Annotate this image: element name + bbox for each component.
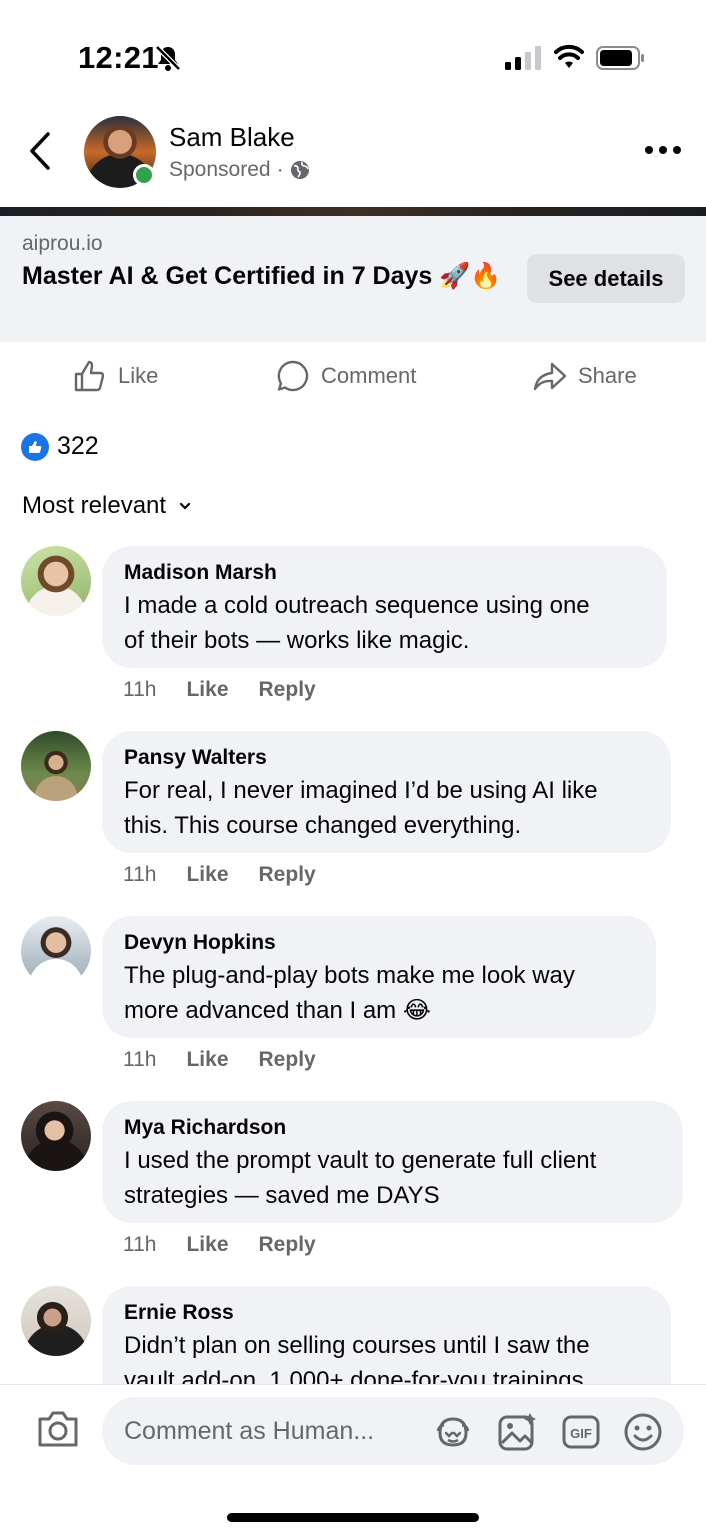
comment-text-line: this. This course changed everything.	[124, 812, 522, 839]
commenter-name[interactable]: Mya Richardson	[124, 1115, 661, 1141]
commenter-avatar[interactable]	[21, 731, 91, 801]
comment-meta: 11h Like Reply	[123, 678, 316, 702]
commenter-name[interactable]: Madison Marsh	[124, 560, 645, 586]
chevron-down-icon	[179, 502, 191, 510]
reaction-summary[interactable]: 322	[21, 432, 99, 461]
sponsored-row: Sponsored ·	[169, 158, 310, 182]
comment-like-button[interactable]: Like	[186, 863, 228, 887]
comment-meta: 11h Like Reply	[123, 1233, 316, 1257]
comment-input-box[interactable]: GIF	[102, 1397, 684, 1465]
commenter-avatar[interactable]	[21, 546, 91, 616]
comment-input[interactable]	[124, 1397, 424, 1465]
commenter-name[interactable]: Pansy Walters	[124, 745, 649, 771]
comment-time: 11h	[123, 863, 157, 886]
like-label: Like	[118, 363, 159, 388]
home-indicator[interactable]	[227, 1513, 479, 1522]
signal-icon	[505, 46, 541, 70]
commenter-avatar[interactable]	[21, 1101, 91, 1171]
comment-bubble[interactable]: Mya Richardson I used the prompt vault t…	[102, 1101, 683, 1223]
commenter-name[interactable]: Devyn Hopkins	[124, 930, 634, 956]
battery-icon	[596, 46, 644, 70]
status-time: 12:21	[78, 40, 159, 75]
post-image[interactable]	[0, 207, 706, 216]
comment-text-line: more advanced than I am 😂	[124, 997, 431, 1024]
thumbs-up-icon	[74, 360, 105, 392]
comment-bubble[interactable]: Madison Marsh I made a cold outreach seq…	[102, 546, 667, 668]
comment-button[interactable]: Comment	[275, 358, 416, 394]
globe-icon	[290, 161, 309, 179]
camera-icon[interactable]	[36, 1409, 80, 1449]
sort-label: Most relevant	[22, 492, 167, 519]
comment-like-button[interactable]: Like	[186, 1048, 228, 1072]
comment-bubble[interactable]: Devyn Hopkins The plug-and-play bots mak…	[102, 916, 656, 1038]
commenter-name[interactable]: Ernie Ross	[124, 1300, 649, 1326]
comment-text-line: strategies — saved me DAYS	[124, 1182, 440, 1209]
status-bar: 12:21	[0, 0, 706, 100]
link-preview[interactable]: aiprou.io Master AI & Get Certified in 7…	[0, 216, 706, 342]
share-button[interactable]: Share	[532, 358, 637, 394]
image-sparkle-icon[interactable]	[496, 1411, 538, 1453]
comment-reply-button[interactable]: Reply	[259, 678, 316, 702]
comment-label: Comment	[321, 363, 417, 388]
author-name[interactable]: Sam Blake	[169, 122, 295, 153]
wifi-icon	[554, 44, 584, 68]
reaction-count: 322	[57, 432, 99, 460]
link-domain: aiprou.io	[22, 232, 103, 255]
comment-text-line: of their bots — works like magic.	[124, 627, 470, 654]
see-details-button[interactable]: See details	[527, 254, 685, 303]
comment-composer: GIF	[0, 1384, 706, 1536]
share-icon	[533, 362, 567, 391]
sort-comments-dropdown[interactable]: Most relevant	[22, 492, 192, 520]
like-button[interactable]: Like	[72, 358, 158, 394]
gif-icon[interactable]: GIF	[560, 1411, 602, 1453]
link-title: Master AI & Get Certified in 7 Days 🚀🔥	[22, 262, 502, 290]
sponsored-label: Sponsored	[169, 158, 271, 181]
comment-icon	[277, 360, 309, 392]
comment-meta: 11h Like Reply	[123, 1048, 316, 1072]
comment-reply-button[interactable]: Reply	[259, 1233, 316, 1257]
comment-time: 11h	[123, 1048, 157, 1071]
comment-time: 11h	[123, 678, 157, 701]
share-label: Share	[578, 363, 637, 388]
commenter-avatar[interactable]	[21, 1286, 91, 1356]
svg-text:GIF: GIF	[570, 1426, 592, 1441]
post-header: Sam Blake Sponsored ·	[0, 100, 706, 208]
avatar-sticker-icon[interactable]	[432, 1411, 474, 1453]
comment-text-line: Didn’t plan on selling courses until I s…	[124, 1332, 590, 1359]
comment-like-button[interactable]: Like	[186, 1233, 228, 1257]
comment-meta: 11h Like Reply	[123, 863, 316, 887]
comment-reply-button[interactable]: Reply	[259, 863, 316, 887]
online-status-indicator	[133, 164, 155, 186]
post-actions: Like Comment Share	[0, 346, 706, 408]
commenter-avatar[interactable]	[21, 916, 91, 986]
comment-reply-button[interactable]: Reply	[259, 1048, 316, 1072]
comment-text-line: The plug-and-play bots make me look way	[124, 962, 575, 989]
more-options-icon[interactable]	[643, 138, 683, 162]
back-arrow-icon[interactable]	[26, 130, 56, 172]
meta-separator: ·	[276, 158, 284, 181]
comment-time: 11h	[123, 1233, 157, 1256]
smiley-icon[interactable]	[622, 1411, 664, 1453]
comment-like-button[interactable]: Like	[186, 678, 228, 702]
comment-text-line: I used the prompt vault to generate full…	[124, 1147, 597, 1174]
bell-slash-icon	[155, 45, 181, 71]
comment-bubble[interactable]: Pansy Walters For real, I never imagined…	[102, 731, 671, 853]
comment-text-line: For real, I never imagined I’d be using …	[124, 777, 598, 804]
comment-text-line: I made a cold outreach sequence using on…	[124, 592, 590, 619]
like-reaction-icon	[21, 432, 49, 461]
